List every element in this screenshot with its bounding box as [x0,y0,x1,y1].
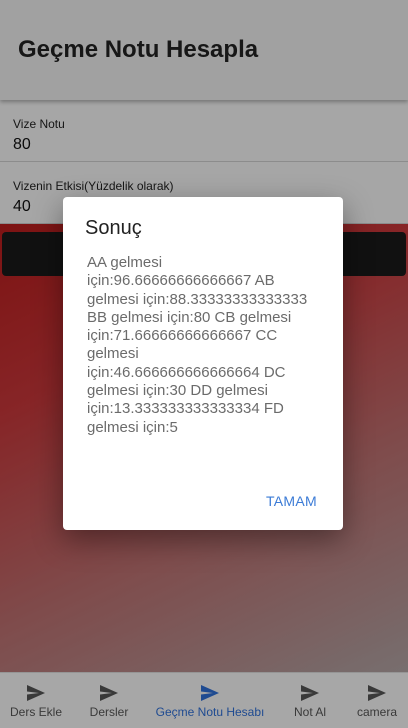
result-dialog: Sonuç AA gelmesi için:96.66666666666667 … [63,197,343,530]
dialog-message: AA gelmesi için:96.66666666666667 AB gel… [87,254,308,436]
dialog-title: Sonuç [85,217,142,239]
ok-button[interactable]: TAMAM [266,493,317,509]
